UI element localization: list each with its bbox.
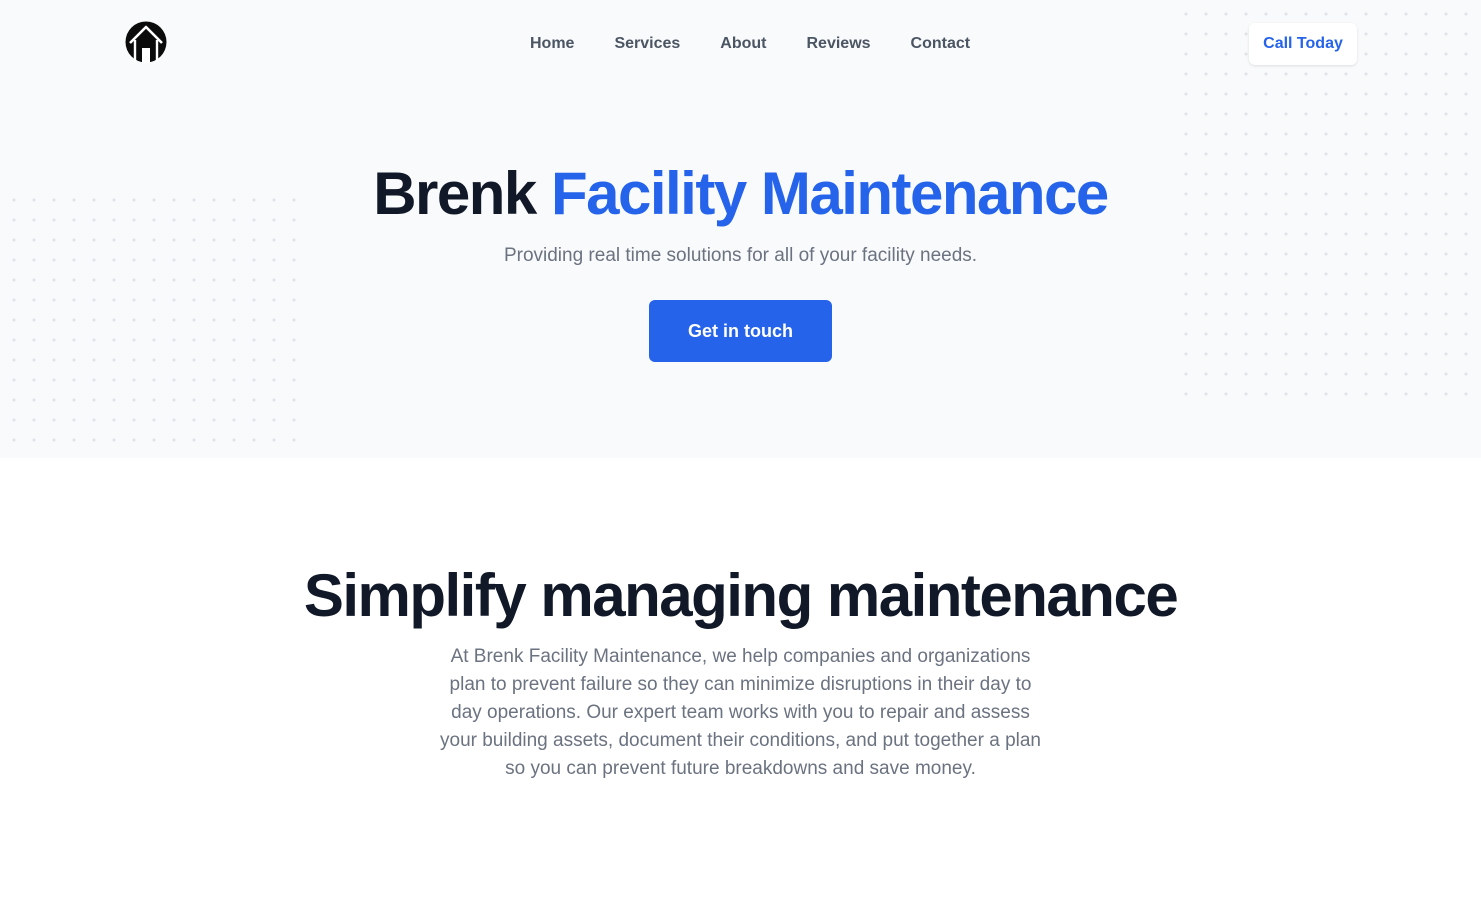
get-in-touch-button[interactable]: Get in touch bbox=[649, 300, 832, 362]
about-title: Simplify managing maintenance bbox=[303, 562, 1179, 629]
hero-section: Home Services About Reviews Contact Call… bbox=[0, 0, 1481, 458]
hero-title-main: Brenk bbox=[373, 160, 537, 227]
main-nav: Home Services About Reviews Contact bbox=[510, 34, 990, 54]
nav-about[interactable]: About bbox=[700, 34, 786, 54]
house-circle-icon bbox=[125, 21, 167, 63]
nav-reviews[interactable]: Reviews bbox=[787, 34, 891, 54]
call-today-button[interactable]: Call Today bbox=[1249, 23, 1357, 65]
logo-home-link[interactable] bbox=[125, 21, 167, 63]
nav-contact[interactable]: Contact bbox=[891, 34, 991, 54]
hero-subtitle: Providing real time solutions for all of… bbox=[503, 245, 978, 266]
hero-title: Brenk Facility Maintenance bbox=[0, 158, 1481, 230]
about-body: At Brenk Facility Maintenance, we help c… bbox=[440, 646, 1041, 779]
nav-home[interactable]: Home bbox=[510, 34, 594, 54]
nav-services[interactable]: Services bbox=[594, 34, 700, 54]
hero-title-accent: Facility Maintenance bbox=[550, 160, 1109, 227]
